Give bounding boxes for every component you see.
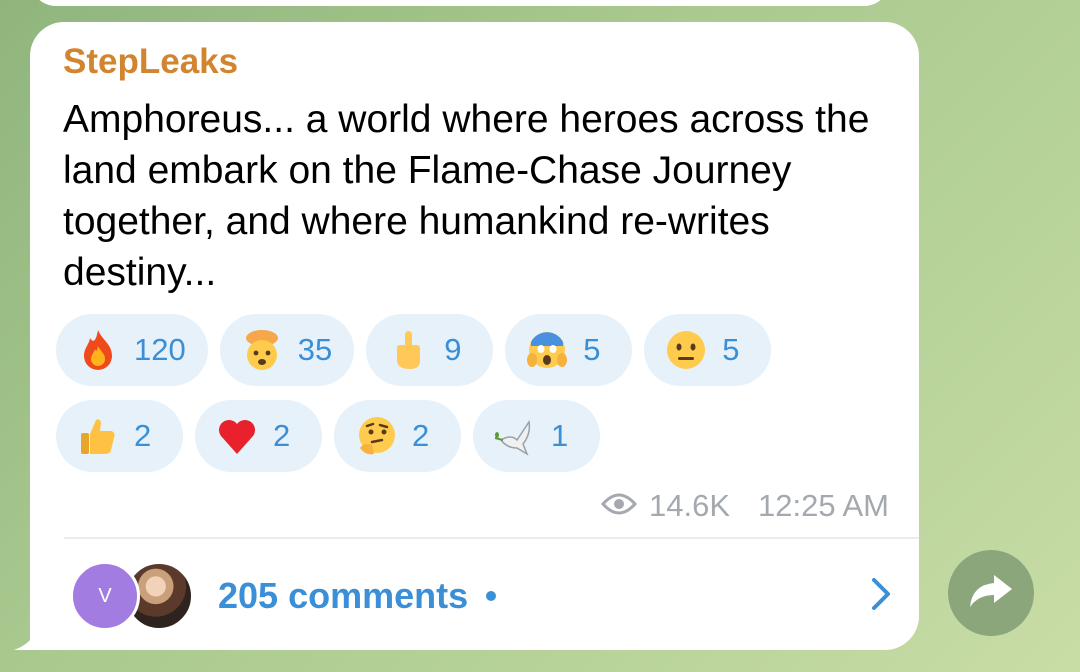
share-arrow-icon [968, 571, 1014, 616]
neutral-face-emoji-icon [664, 328, 708, 372]
message-time: 12:25 AM [758, 488, 889, 523]
previous-message-bubble-edge [30, 0, 890, 6]
thumbs-up-emoji-icon [76, 414, 120, 458]
reaction-thumbs-up[interactable]: 2 [56, 400, 183, 472]
scream-emoji-icon [525, 328, 569, 372]
fire-emoji-icon [76, 328, 120, 372]
view-count: 14.6K [649, 488, 731, 523]
message-meta: 14.6K 12:25 AM [600, 488, 889, 524]
unread-dot [486, 591, 497, 601]
chevron-right-icon [869, 576, 893, 617]
reaction-fire[interactable]: 120 [56, 314, 208, 386]
reaction-count: 2 [134, 418, 152, 453]
reaction-scream[interactable]: 5 [505, 314, 633, 386]
channel-name[interactable]: StepLeaks [63, 42, 238, 82]
reaction-count: 5 [583, 332, 601, 367]
reaction-neutral-face[interactable]: 5 [644, 314, 772, 386]
eye-icon [600, 488, 638, 524]
comments-button[interactable]: V 205 comments [70, 559, 893, 633]
reaction-dove[interactable]: 1 [473, 400, 600, 472]
reaction-exploding-head[interactable]: 35 [219, 314, 355, 386]
message-text: Amphoreus... a world where heroes across… [63, 98, 870, 294]
reaction-count: 2 [412, 418, 430, 453]
share-button[interactable] [948, 550, 1034, 636]
exploding-head-emoji-icon [240, 328, 284, 372]
reaction-count: 35 [297, 332, 333, 367]
middle-finger-emoji-icon [386, 328, 430, 372]
message-bubble: StepLeaks Amphoreus... a world where her… [30, 22, 919, 650]
avatar: V [70, 561, 140, 631]
reaction-count: 120 [134, 332, 186, 367]
reactions-bar: 120 35 9 5 5 2 2 2 1 [56, 314, 896, 486]
reaction-count: 2 [273, 418, 291, 453]
reaction-red-heart[interactable]: 2 [195, 400, 322, 472]
reaction-thinking-face[interactable]: 2 [334, 400, 461, 472]
dove-emoji-icon [493, 414, 537, 458]
thinking-face-emoji-icon [354, 414, 398, 458]
reaction-count: 1 [551, 418, 569, 453]
reaction-middle-finger[interactable]: 9 [366, 314, 494, 386]
comments-count: 205 comments [218, 575, 469, 616]
reaction-count: 5 [722, 332, 740, 367]
red-heart-emoji-icon [215, 414, 259, 458]
divider [64, 537, 919, 539]
reaction-count: 9 [444, 332, 462, 367]
